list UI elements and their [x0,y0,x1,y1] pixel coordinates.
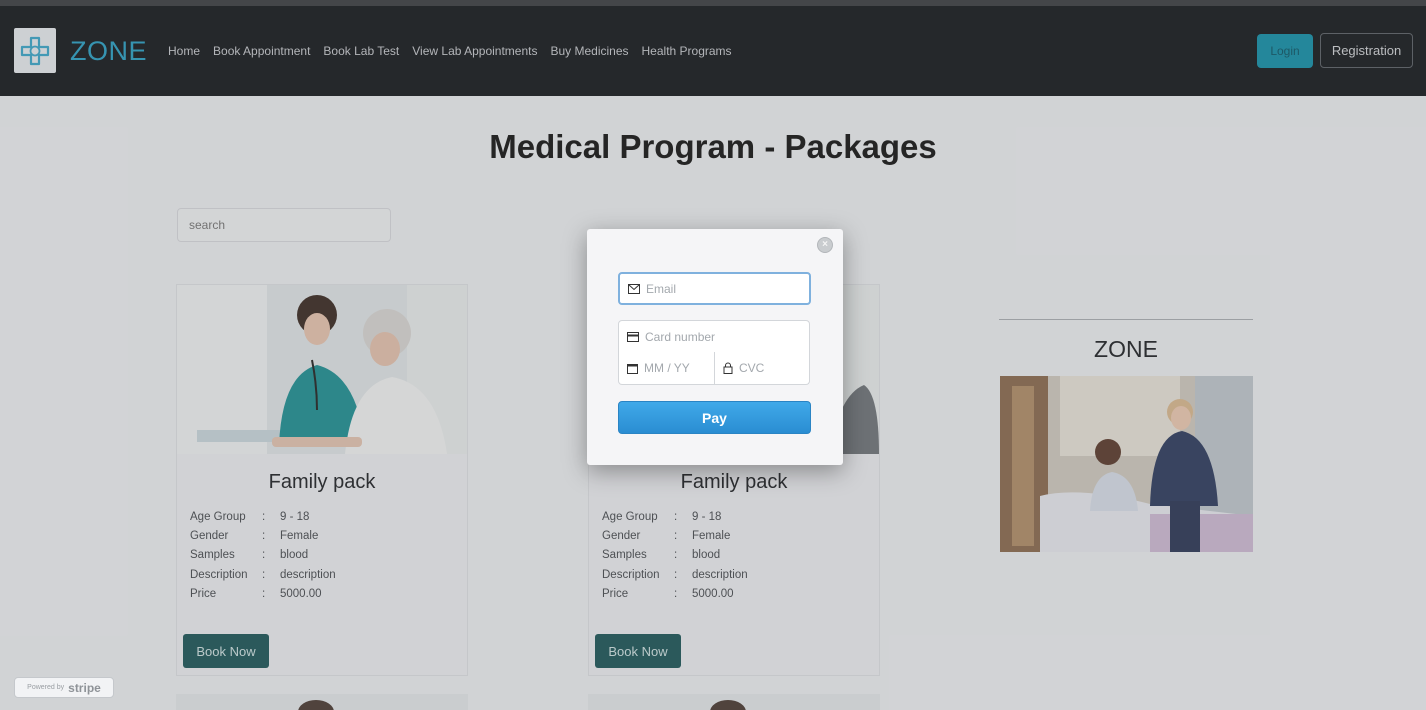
calendar-icon [627,363,638,374]
powered-by-label: Powered by [27,684,65,691]
stripe-wordmark: stripe [68,680,101,695]
lock-icon [723,362,733,374]
expiry-field[interactable]: MM / YY [618,352,715,385]
email-field[interactable]: Email [618,272,811,305]
card-number-field[interactable]: Card number [618,320,810,353]
cvc-field[interactable]: CVC [714,352,810,385]
expiry-placeholder: MM / YY [644,361,690,375]
email-placeholder: Email [646,281,677,296]
credit-card-icon [627,331,639,342]
envelope-icon [628,283,640,294]
payment-modal: × Email Card number MM / YY CVC Pay [587,229,843,465]
powered-by-stripe-badge[interactable]: Powered by stripe [14,677,114,698]
card-number-placeholder: Card number [645,329,716,344]
pay-button[interactable]: Pay [618,401,811,434]
cvc-placeholder: CVC [739,361,765,375]
close-icon[interactable]: × [817,237,833,253]
